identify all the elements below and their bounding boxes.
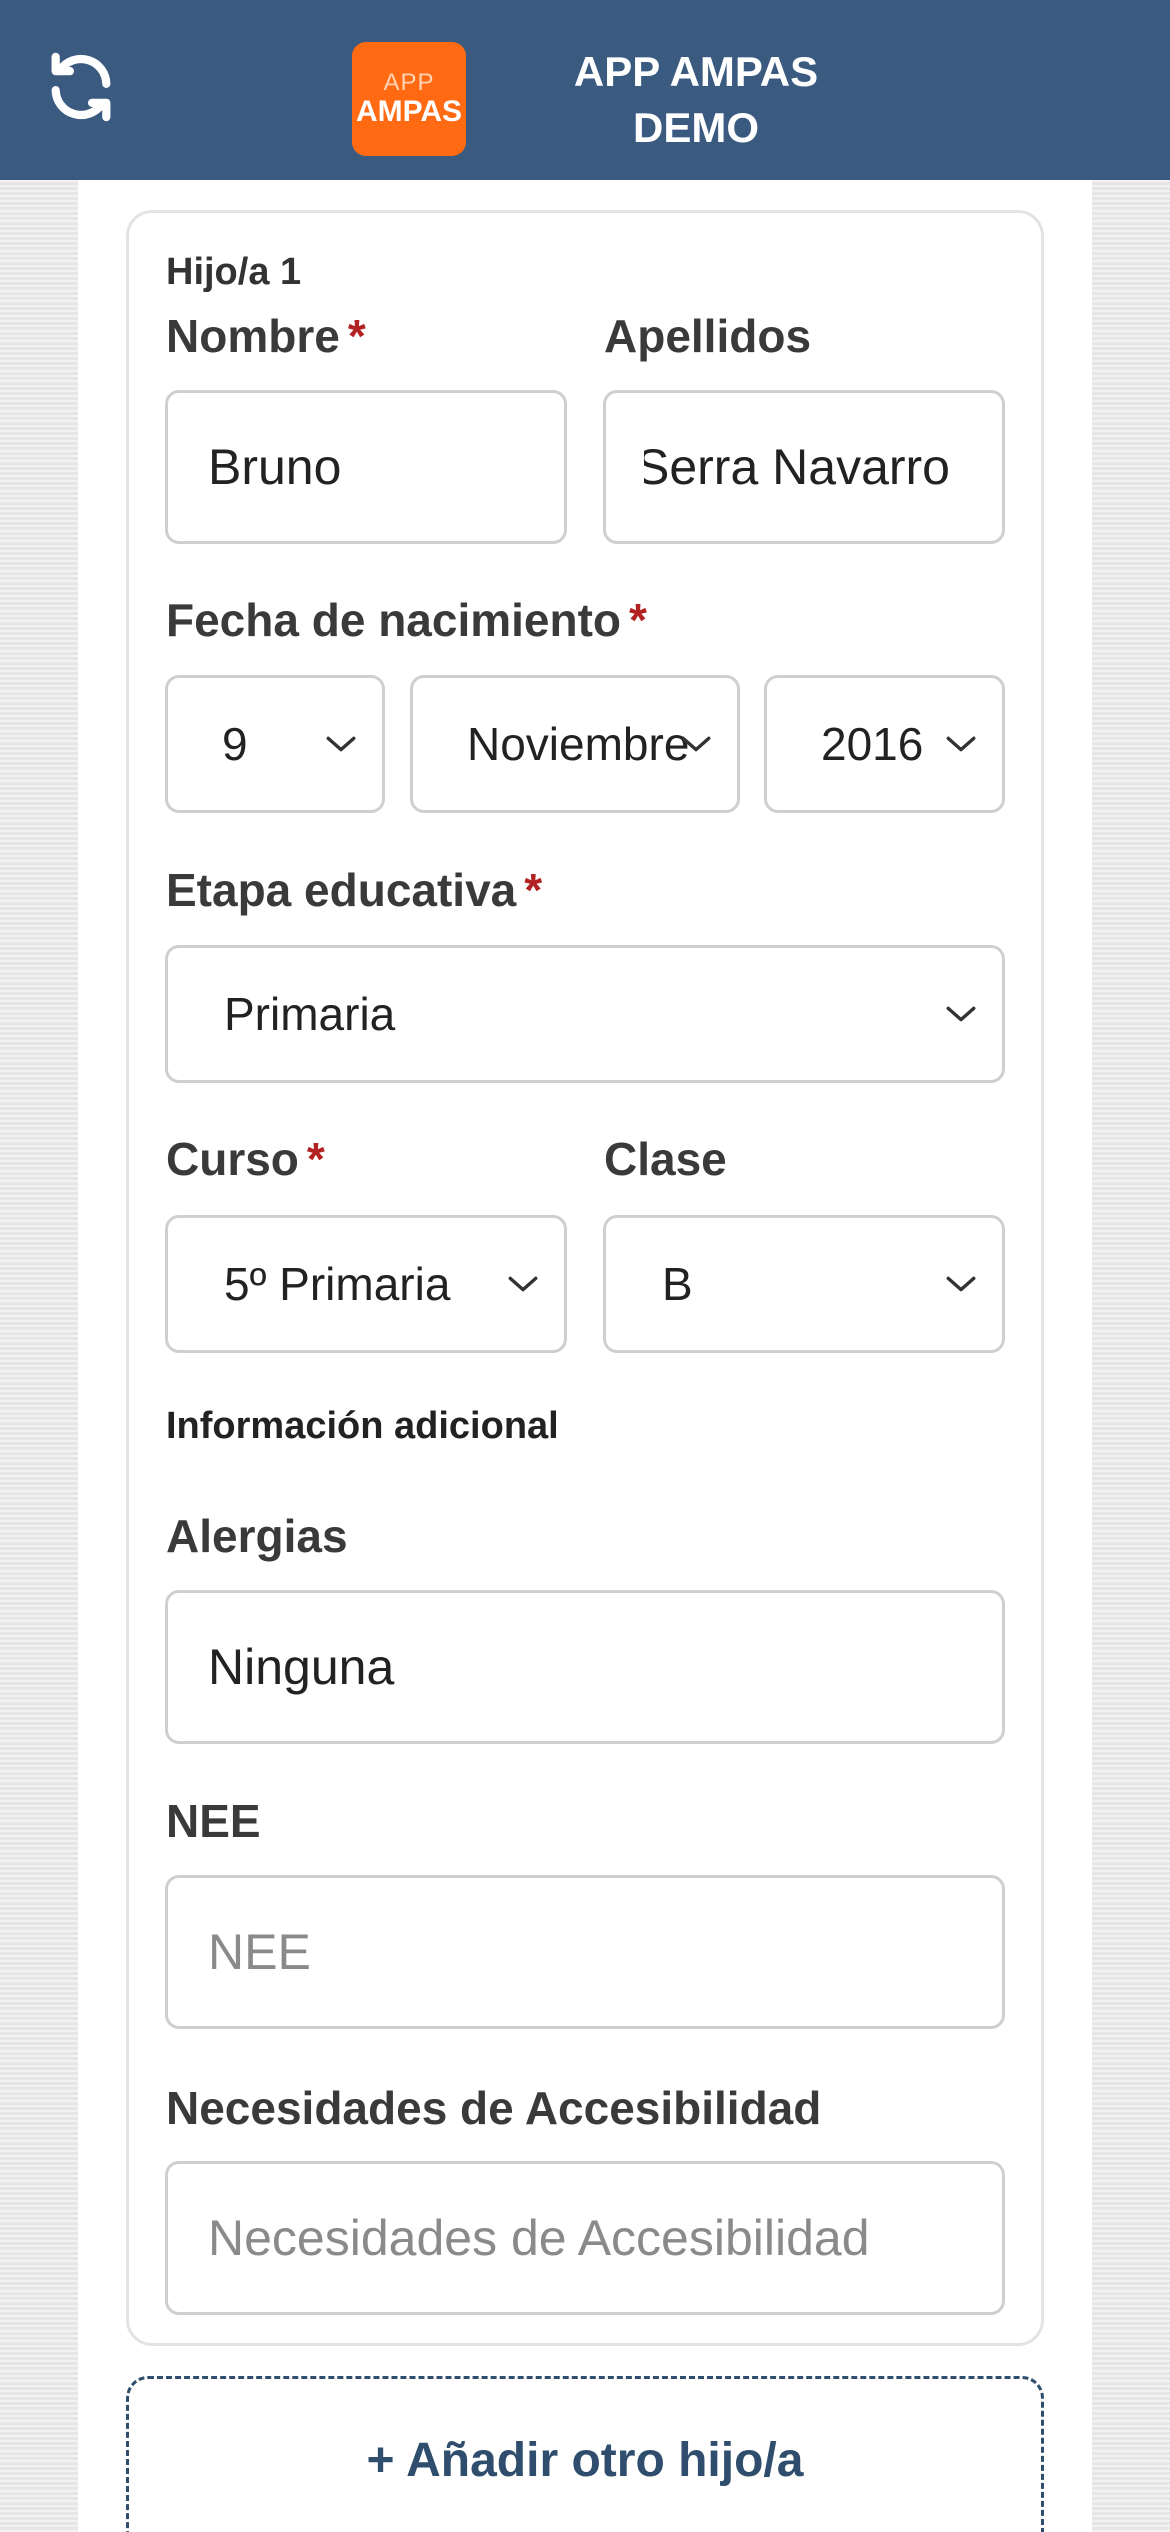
nombre-label: Nombre *: [166, 310, 366, 362]
alergias-input[interactable]: [208, 1593, 1002, 1741]
chevron-down-icon: [946, 1276, 976, 1292]
chevron-down-icon: [508, 1276, 538, 1292]
accesibilidad-input[interactable]: [208, 2164, 1002, 2312]
nee-input[interactable]: [208, 1878, 1002, 2026]
info-adicional-heading: Información adicional: [166, 1405, 559, 1447]
clase-select[interactable]: B: [603, 1215, 1005, 1353]
app-logo: APP AMPAS: [352, 42, 466, 156]
refresh-button[interactable]: [40, 46, 122, 128]
app-header: APP AMPAS APP AMPAS DEMO: [0, 0, 1170, 180]
app-title: APP AMPAS DEMO: [520, 44, 872, 156]
add-child-button[interactable]: + Añadir otro hijo/a: [126, 2376, 1044, 2532]
curso-label: Curso *: [166, 1133, 325, 1185]
birth-month-select[interactable]: Noviembre: [410, 675, 740, 813]
add-child-label: + Añadir otro hijo/a: [366, 2434, 804, 2487]
refresh-icon: [51, 52, 111, 122]
apellidos-input[interactable]: [644, 393, 1002, 541]
app-title-line1: APP AMPAS: [573, 48, 819, 95]
apellidos-label: Apellidos: [604, 310, 812, 362]
birth-year-select[interactable]: 2016: [764, 675, 1005, 813]
chevron-down-icon: [946, 1006, 976, 1022]
nombre-label-text: Nombre: [166, 310, 340, 362]
curso-select[interactable]: 5º Primaria: [165, 1215, 567, 1353]
alergias-field[interactable]: [165, 1590, 1005, 1744]
chevron-down-icon: [681, 736, 711, 752]
accesibilidad-label: Necesidades de Accesibilidad: [166, 2082, 822, 2134]
chevron-down-icon: [946, 736, 976, 752]
app-title-line2: DEMO: [633, 104, 759, 151]
required-mark: *: [347, 310, 366, 362]
accesibilidad-field[interactable]: [165, 2161, 1005, 2315]
nee-label: NEE: [166, 1795, 261, 1847]
required-mark: *: [629, 594, 647, 646]
nombre-input[interactable]: [208, 393, 564, 541]
fecha-label: Fecha de nacimiento *: [166, 594, 647, 646]
logo-text-top: APP: [383, 69, 435, 96]
nombre-field[interactable]: [165, 390, 567, 544]
clase-label: Clase: [604, 1133, 727, 1185]
required-mark: *: [306, 1133, 325, 1185]
nee-field[interactable]: [165, 1875, 1005, 2029]
apellidos-field[interactable]: [603, 390, 1005, 544]
etapa-label-text: Etapa educativa: [166, 864, 517, 916]
child-heading: Hijo/a 1: [166, 251, 302, 293]
etapa-label: Etapa educativa *: [166, 864, 542, 916]
alergias-label: Alergias: [166, 1510, 348, 1562]
chevron-down-icon: [326, 736, 356, 752]
logo-text-bottom: AMPAS: [355, 95, 463, 128]
birth-day-value: 9: [222, 718, 248, 770]
birth-day-select[interactable]: 9: [165, 675, 385, 813]
curso-label-text: Curso: [166, 1133, 299, 1185]
fecha-label-text: Fecha de nacimiento: [166, 594, 622, 646]
etapa-value: Primaria: [224, 988, 396, 1040]
required-mark: *: [524, 864, 543, 916]
etapa-select[interactable]: Primaria: [165, 945, 1005, 1083]
